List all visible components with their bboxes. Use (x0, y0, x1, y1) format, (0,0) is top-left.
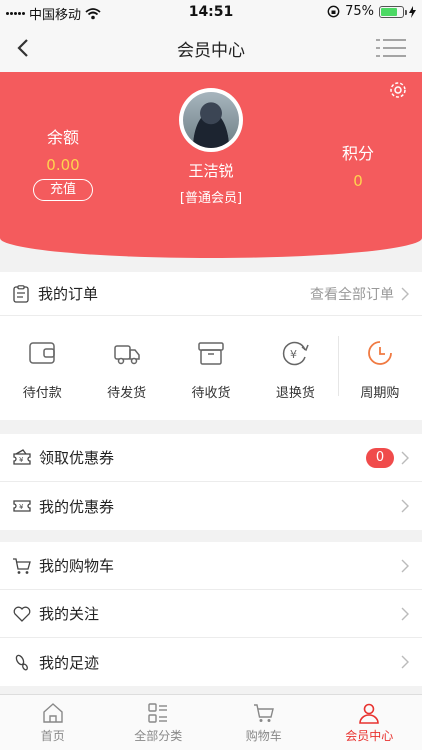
coupon-icon: ¥ (13, 500, 31, 512)
menu-icon[interactable] (376, 36, 406, 60)
refund-icon: ¥ (283, 341, 310, 366)
get-coupon-row[interactable]: ¥ 领取优惠券 0 (0, 434, 422, 482)
coupon-get-icon: ¥ (13, 448, 31, 465)
tab-label: 首页 (40, 729, 65, 743)
tab-member-center[interactable]: 会员中心 (317, 695, 422, 750)
order-pending-payment[interactable]: 待付款 (0, 316, 84, 420)
my-footprint-label: 我的足迹 (39, 653, 100, 672)
order-item-label: 周期购 (360, 386, 400, 401)
tab-home[interactable]: 首页 (0, 695, 106, 750)
cart-icon (253, 704, 274, 722)
order-pending-receipt[interactable]: 待收货 (169, 316, 253, 420)
my-follows-row[interactable]: 我的关注 (0, 590, 422, 638)
orders-header[interactable]: 我的订单 查看全部订单 (0, 272, 422, 316)
footprint-icon (15, 654, 28, 671)
order-status-row: 待付款 待发货 待收货 ¥ 退换货 周期购 (0, 316, 422, 420)
chevron-right-icon (401, 655, 409, 669)
home-icon (43, 703, 63, 723)
navigation-bar: 会员中心 (0, 24, 422, 72)
page-title: 会员中心 (177, 41, 245, 61)
avatar-photo (183, 92, 239, 148)
orders-card: 我的订单 查看全部订单 待付款 待发货 待收货 ¥ 退换货 周期购 (0, 272, 422, 420)
svg-text:¥: ¥ (19, 503, 24, 511)
box-icon (198, 342, 224, 365)
tab-cart[interactable]: 购物车 (211, 695, 317, 750)
order-item-label: 退换货 (275, 386, 315, 401)
tab-bar: 首页 全部分类 购物车 会员中心 (0, 694, 422, 750)
points-label: 积分 (341, 144, 374, 163)
order-item-label: 待发货 (107, 386, 147, 401)
tab-categories[interactable]: 全部分类 (106, 695, 212, 750)
points-value: 0 (353, 172, 363, 190)
order-pending-shipment[interactable]: 待发货 (84, 316, 168, 420)
wallet-icon (29, 342, 55, 364)
charging-icon (409, 5, 416, 18)
coupon-count-badge: 0 (366, 447, 394, 468)
view-all-orders-link[interactable]: 查看全部订单 (310, 284, 394, 304)
battery-percent: 75% (345, 4, 374, 19)
avatar[interactable] (179, 88, 243, 152)
menu-group: 我的购物车 我的关注 我的足迹 (0, 542, 422, 686)
heart-icon (13, 606, 31, 622)
settings-icon[interactable] (388, 80, 408, 100)
status-bar: 中国移动 14:51 75% (0, 0, 422, 24)
my-cart-label: 我的购物车 (39, 557, 115, 575)
user-icon (359, 703, 380, 724)
cart-icon (13, 557, 31, 574)
category-icon (148, 703, 168, 723)
clock-icon (367, 341, 392, 365)
chevron-right-icon (401, 451, 409, 464)
get-coupon-label: 领取优惠券 (39, 449, 115, 467)
chevron-right-icon (401, 559, 409, 572)
tab-label: 全部分类 (134, 729, 183, 743)
chevron-right-icon (401, 607, 409, 620)
truck-icon (113, 345, 140, 365)
chevron-right-icon (401, 287, 409, 300)
battery-icon (379, 5, 407, 18)
orders-title: 我的订单 (38, 285, 99, 303)
chevron-right-icon (401, 499, 409, 513)
order-item-label: 待付款 (22, 386, 62, 401)
my-footprint-row[interactable]: 我的足迹 (0, 638, 422, 686)
points-block[interactable]: 积分 0 (328, 140, 388, 190)
profile-header: 余额 0.00 充值 王洁锐 [普通会员] 积分 0 (0, 72, 422, 258)
my-coupons-label: 我的优惠券 (39, 497, 115, 516)
svg-text:¥: ¥ (290, 348, 297, 361)
my-cart-row[interactable]: 我的购物车 (0, 542, 422, 590)
tab-label: 会员中心 (345, 729, 394, 743)
balance-label: 余额 (46, 128, 79, 147)
my-coupons-row[interactable]: ¥ 我的优惠券 (0, 482, 422, 530)
tab-label: 购物车 (245, 729, 282, 743)
member-center-screen: 中国移动 14:51 75% 会员中心 余额 0.00 充值 王洁锐 [普通会员… (0, 0, 422, 750)
svg-text:¥: ¥ (19, 456, 24, 464)
order-returns[interactable]: ¥ 退换货 (253, 316, 337, 420)
rotation-lock-icon (327, 5, 340, 18)
status-right: 75% (327, 4, 416, 19)
order-item-label: 待收货 (191, 386, 231, 401)
coupon-group: ¥ 领取优惠券 0 ¥ 我的优惠券 (0, 434, 422, 530)
order-list-icon (13, 284, 29, 303)
order-subscription[interactable]: 周期购 (337, 316, 422, 420)
my-follows-label: 我的关注 (39, 605, 100, 623)
